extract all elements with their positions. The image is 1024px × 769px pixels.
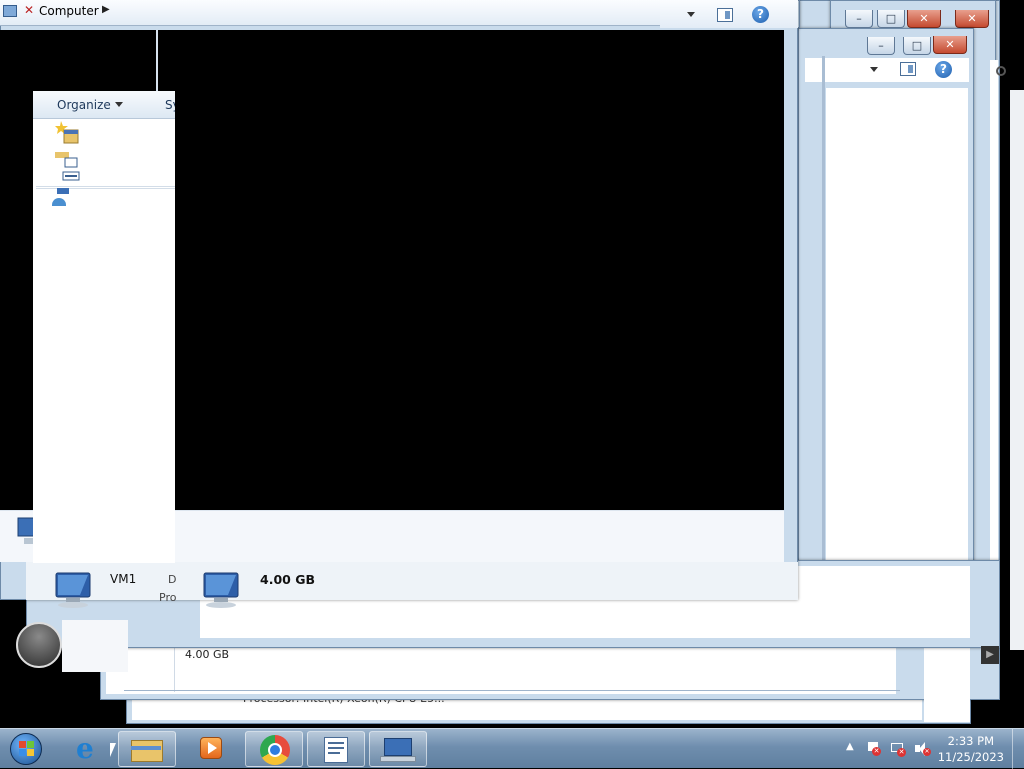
computer-nav-icon[interactable] [57,188,69,194]
window-2-history-chevron-icon[interactable] [870,67,878,72]
window-2-pane-divider [822,56,825,616]
taskbar: e ▲ ✕ ✕ ✕ 2:33 PM 11/25/2023 [0,728,1024,769]
text-editor-taskbar-button[interactable] [307,731,365,767]
memory-size: 4.00 GB [260,572,315,587]
window-3-strip [990,60,998,640]
computer-name: VM1 [110,572,137,586]
organize-button[interactable]: Organize [57,98,111,112]
explorer-window-icon [3,5,17,17]
window-3-close-button[interactable]: ✕ [955,10,989,28]
window-2-close-button[interactable]: ✕ [933,36,967,54]
explorer-taskbar-button[interactable] [118,731,176,767]
organize-dropdown-icon[interactable] [115,102,123,107]
window-2-maximize-button[interactable]: □ [903,37,931,55]
window-2-help-icon[interactable]: ? [935,61,952,78]
avatar-side-panel [62,620,128,672]
remote-desktop-taskbar-button[interactable] [369,731,427,767]
clock-time: 2:33 PM [947,734,995,748]
window-3-search-glyph [996,66,1006,76]
next-toolbar-button[interactable]: Sy [165,98,175,112]
window-4-bottom-rule [124,690,900,691]
breadcrumb-computer[interactable]: Computer [39,4,99,18]
window-2-content [826,88,968,620]
preview-pane-icon[interactable] [717,8,733,22]
media-player-taskbar-icon[interactable] [180,731,238,767]
window-2-minimize-button[interactable]: – [867,37,895,55]
history-chevron-icon[interactable] [687,12,695,17]
show-hidden-icons-button[interactable]: ▲ [846,741,854,752]
computer-icon [52,570,92,608]
chrome-taskbar-button[interactable] [245,731,303,767]
volume-muted-icon[interactable]: ✕ [914,741,931,757]
right-edge-arrow-icon[interactable]: ▶ [981,646,999,664]
address-error-icon: ✕ [24,3,35,17]
details-col-pro: Pro [159,591,177,604]
mouse-cursor-icon [110,743,116,757]
window-1-close-button[interactable]: ✕ [907,10,941,28]
user-avatar [16,622,62,668]
action-center-flag-icon[interactable]: ✕ [866,741,882,757]
start-button[interactable] [2,731,52,767]
window-1b-minimize-button[interactable]: – [845,10,873,28]
window-1-maximize-button[interactable]: □ [877,10,905,28]
system-clock[interactable]: 2:33 PM 11/25/2023 [938,733,1004,765]
memory-label-back: 4.00 GB [185,648,230,661]
breadcrumb-chevron-icon[interactable]: ▶ [102,4,110,15]
window-2-preview-pane-icon[interactable] [900,62,916,76]
right-edge-strip [1010,90,1024,650]
memory-computer-icon [200,570,240,608]
libraries-icon[interactable] [55,152,83,182]
network-tray-icon[interactable]: ✕ [890,741,906,757]
favorites-icon[interactable] [55,121,81,145]
show-desktop-button[interactable] [1012,729,1024,769]
clock-date: 11/25/2023 [937,750,1004,764]
network-nav-icon[interactable] [52,198,66,206]
help-icon[interactable]: ? [752,6,769,23]
